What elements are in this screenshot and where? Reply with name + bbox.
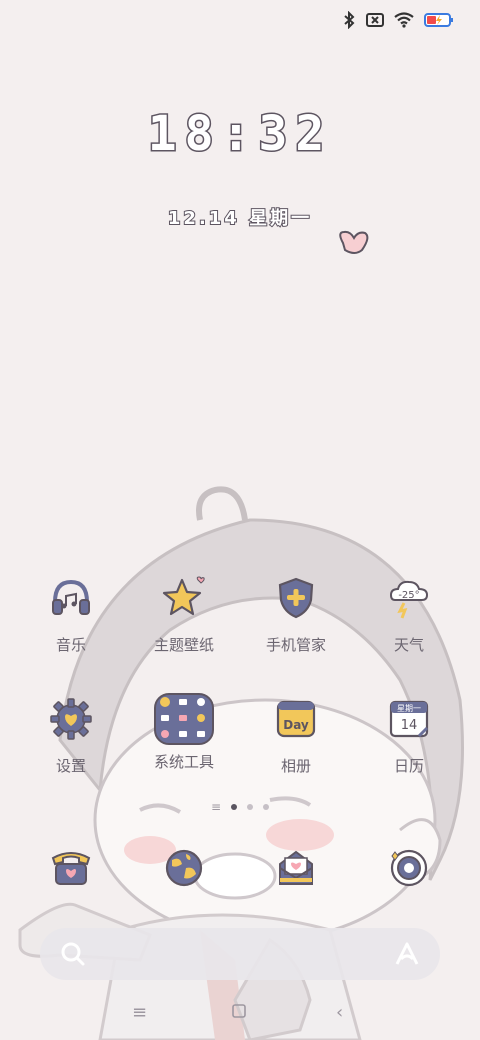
calendar-day: 14 <box>401 718 418 733</box>
app-calendar[interactable]: 星期一 14 日历 <box>359 697 459 776</box>
no-sim-icon <box>366 12 384 28</box>
wifi-icon <box>394 12 414 28</box>
app-theme-wallpaper[interactable]: 主题壁纸 <box>134 576 234 655</box>
menu-icon[interactable]: ≡ <box>132 1002 147 1023</box>
dock-mail[interactable] <box>246 846 346 890</box>
app-music[interactable]: 音乐 <box>21 576 121 655</box>
browser-globe-icon <box>165 849 203 887</box>
app-label: 系统工具 <box>153 753 214 771</box>
day-calendar-icon: Day <box>276 700 316 738</box>
back-icon[interactable]: ‹ <box>336 1002 343 1023</box>
navigation-bar: ≡ ‹ <box>0 990 480 1040</box>
app-album[interactable]: Day 相册 <box>246 697 346 776</box>
app-system-tools-folder[interactable]: 系统工具 <box>134 691 234 772</box>
dock-camera[interactable] <box>359 846 459 890</box>
home-icon[interactable] <box>232 1002 246 1023</box>
camera-icon <box>390 849 428 887</box>
app-weather[interactable]: -25° 天气 <box>359 576 459 655</box>
headphones-icon <box>52 579 90 615</box>
status-bar <box>342 8 454 32</box>
app-list-icon[interactable]: ≡ <box>211 800 221 814</box>
star-icon <box>162 576 205 616</box>
page-dot[interactable] <box>231 804 238 810</box>
assistant-icon[interactable] <box>394 941 420 971</box>
app-label: 天气 <box>393 636 424 654</box>
calendar-weekday: 星期一 <box>397 704 421 713</box>
page-dot[interactable] <box>247 804 254 810</box>
heart-decoration <box>339 230 369 254</box>
app-label: 设置 <box>55 757 86 775</box>
lockscreen-date: 12.14 星期一 <box>167 207 313 230</box>
app-label: 相册 <box>280 757 311 775</box>
app-label: 音乐 <box>55 636 86 654</box>
mail-icon <box>279 850 313 885</box>
app-settings[interactable]: 设置 <box>21 697 121 776</box>
weather-temp: -25° <box>398 590 419 601</box>
app-label: 手机管家 <box>265 636 326 654</box>
shield-icon <box>278 577 314 619</box>
folder-icon <box>154 693 214 745</box>
lockscreen-clock: 18:32 <box>146 105 333 164</box>
search-icon[interactable] <box>60 941 86 971</box>
bluetooth-icon <box>342 11 356 29</box>
weather-cloud-icon: -25° <box>389 580 429 619</box>
page-dot[interactable] <box>263 804 270 810</box>
dock-browser[interactable] <box>134 846 234 890</box>
dock-phone[interactable] <box>21 846 121 890</box>
search-bar[interactable] <box>40 928 440 980</box>
battery-charging-icon <box>424 12 454 28</box>
app-label: 主题壁纸 <box>153 636 214 654</box>
app-label: 日历 <box>393 757 424 775</box>
gear-icon <box>50 698 92 740</box>
album-badge: Day <box>283 718 309 732</box>
calendar-icon: 星期一 14 <box>389 700 429 738</box>
phone-icon <box>51 852 91 885</box>
app-phone-manager[interactable]: 手机管家 <box>246 576 346 655</box>
page-indicator[interactable]: ≡ <box>0 800 480 814</box>
